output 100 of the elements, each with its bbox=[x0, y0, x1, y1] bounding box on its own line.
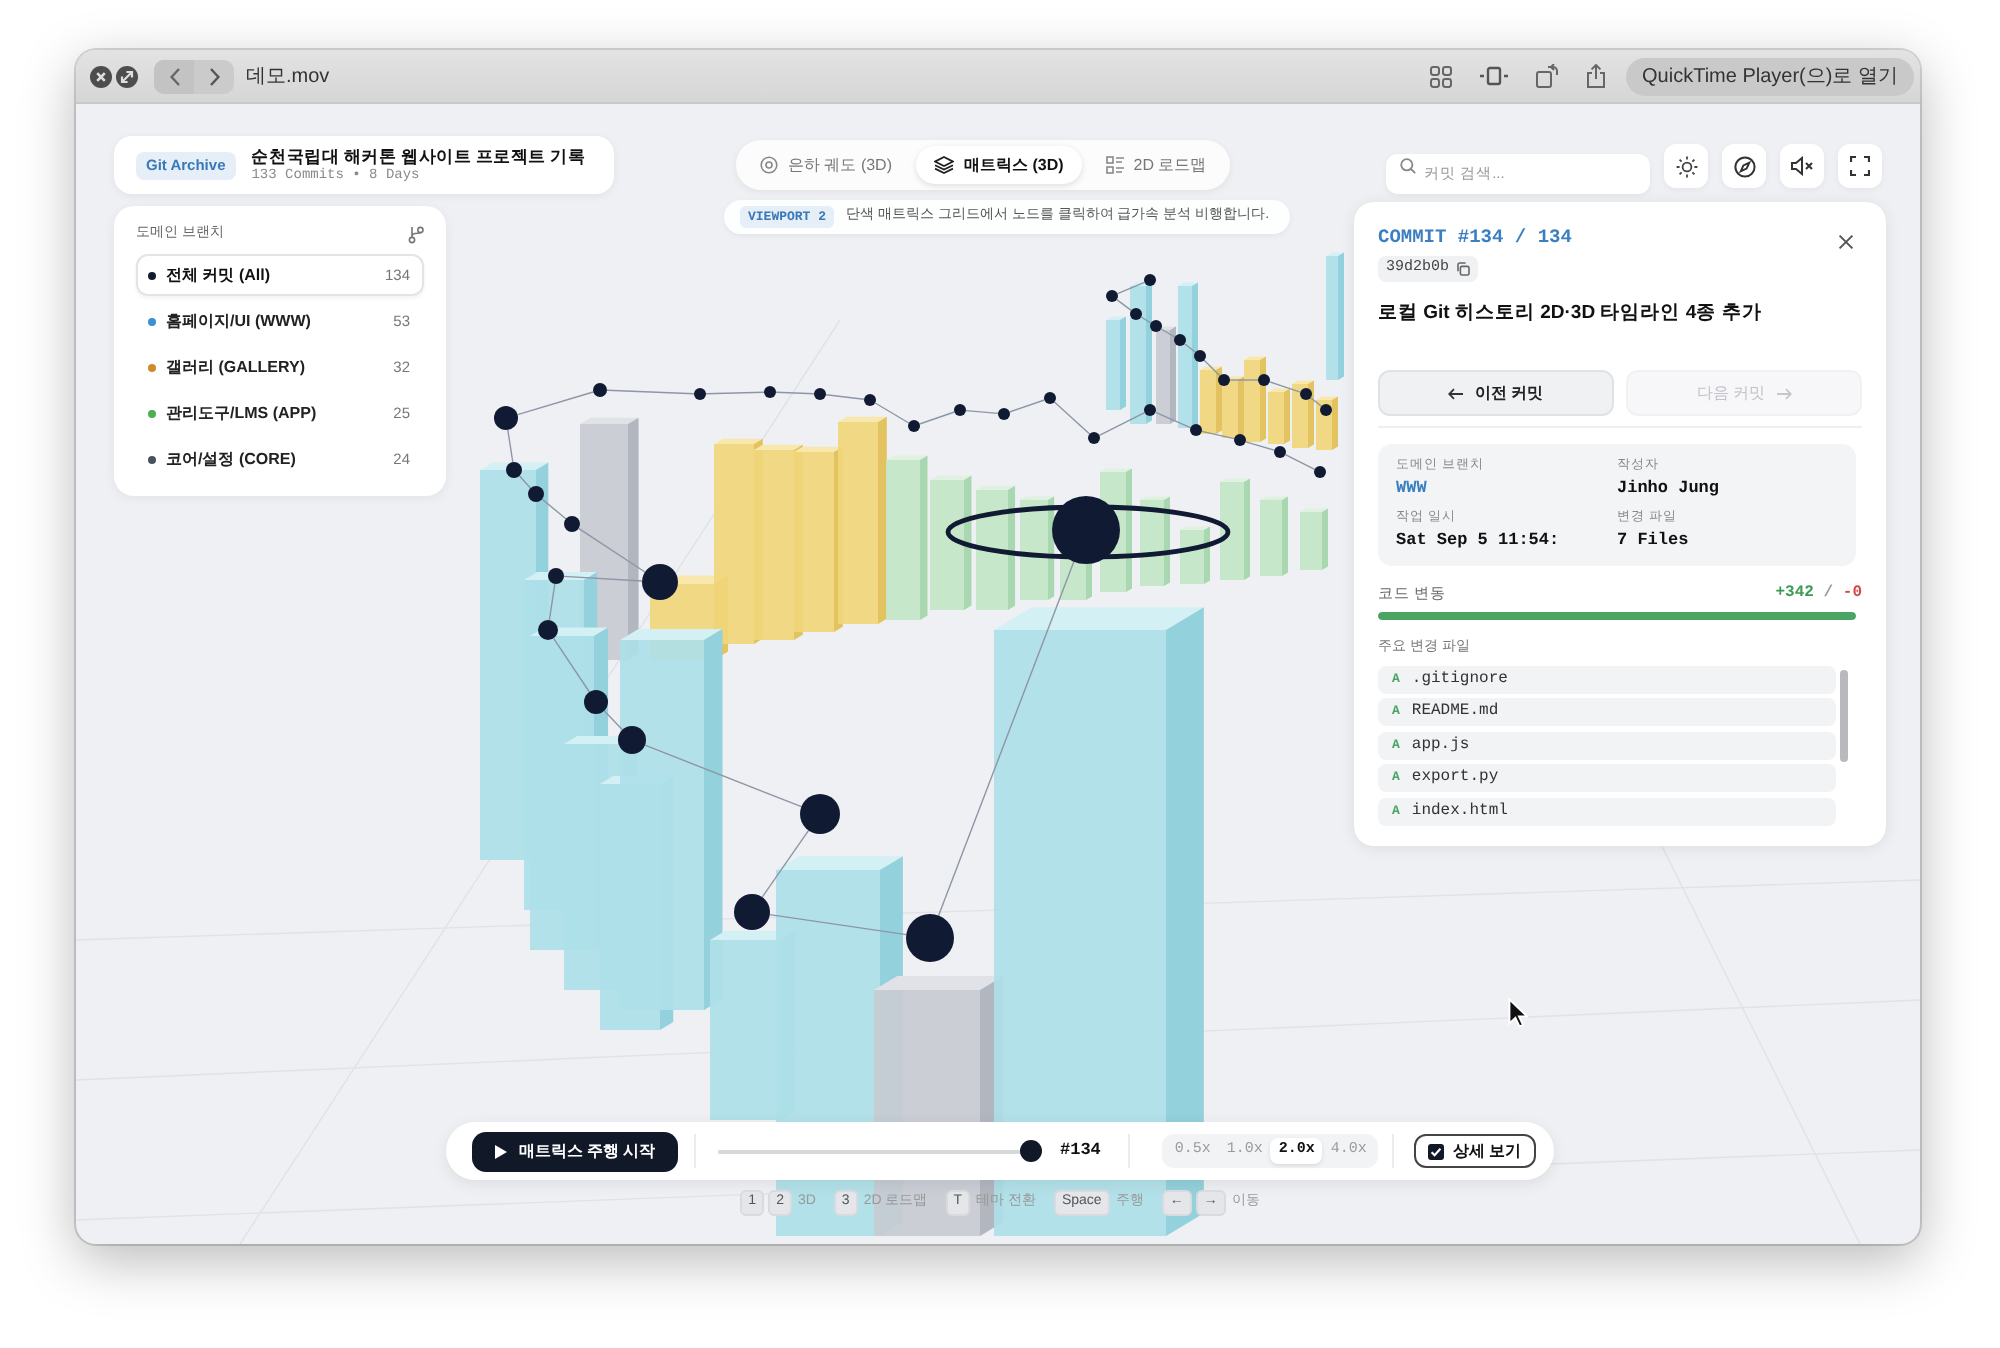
orbit-icon bbox=[760, 156, 778, 174]
commit-node[interactable] bbox=[814, 388, 826, 400]
commit-node[interactable] bbox=[506, 462, 522, 478]
commit-position: #134 bbox=[1060, 1138, 1101, 1164]
branch-label: 코어/설정 (CORE) bbox=[166, 447, 296, 471]
matrix-bar bbox=[930, 475, 972, 610]
commit-node[interactable] bbox=[1194, 350, 1206, 362]
view-tab[interactable]: 매트릭스 (3D) bbox=[916, 146, 1082, 184]
commit-node[interactable] bbox=[1150, 320, 1162, 332]
file-name: .gitignore bbox=[1411, 667, 1508, 691]
commit-node[interactable] bbox=[1258, 374, 1270, 386]
commit-node[interactable] bbox=[694, 388, 706, 400]
commit-node[interactable] bbox=[618, 726, 646, 754]
branch-icon[interactable] bbox=[408, 225, 424, 243]
link-line bbox=[606, 389, 695, 395]
commit-node[interactable] bbox=[1144, 274, 1156, 286]
link-line bbox=[1201, 430, 1235, 440]
matrix-bar bbox=[1106, 316, 1126, 410]
commit-node[interactable] bbox=[494, 406, 518, 430]
commit-node[interactable] bbox=[908, 420, 920, 432]
code-change-count: +342 / -0 bbox=[1775, 582, 1862, 606]
matrix-bar bbox=[1220, 478, 1250, 580]
fullscreen-icon[interactable] bbox=[116, 65, 138, 87]
commit-node[interactable] bbox=[593, 383, 607, 397]
commit-node[interactable] bbox=[1190, 424, 1202, 436]
previous-commit-button[interactable]: 이전 커밋 bbox=[1378, 370, 1614, 416]
link-line bbox=[965, 409, 999, 415]
link-line bbox=[769, 913, 907, 936]
link-line bbox=[1140, 316, 1152, 324]
chevron-right-icon bbox=[209, 67, 219, 85]
field-value: Sat Sep 5 11:54: bbox=[1396, 530, 1562, 552]
mute-button[interactable] bbox=[1780, 144, 1824, 188]
arrow-right-icon bbox=[1775, 387, 1792, 399]
matrix-bar bbox=[1300, 508, 1328, 570]
commit-node[interactable] bbox=[954, 404, 966, 416]
commit-node[interactable] bbox=[998, 408, 1010, 420]
grid-icon[interactable] bbox=[1430, 65, 1453, 87]
commit-node[interactable] bbox=[1320, 404, 1332, 416]
commit-node[interactable] bbox=[1052, 496, 1120, 564]
trim-icon[interactable] bbox=[1480, 66, 1509, 86]
detail-view-toggle[interactable]: 상세 보기 bbox=[1414, 1134, 1536, 1168]
commit-node[interactable] bbox=[864, 394, 876, 406]
sun-icon bbox=[1675, 155, 1697, 177]
timeline-thumb[interactable] bbox=[1020, 1140, 1042, 1162]
link-line bbox=[705, 391, 765, 395]
commit-node[interactable] bbox=[528, 486, 544, 502]
commit-node[interactable] bbox=[564, 516, 580, 532]
commit-node[interactable] bbox=[1300, 388, 1312, 400]
link-line bbox=[1116, 298, 1132, 312]
commit-title: 로컬 Git 히스토리 2D·3D 타임라인 4종 추가 bbox=[1378, 300, 1764, 326]
link-line bbox=[761, 829, 810, 898]
view-tab[interactable]: 은하 궤도 (3D) bbox=[742, 146, 910, 184]
commit-node[interactable] bbox=[1130, 308, 1142, 320]
commit-node[interactable] bbox=[642, 564, 678, 600]
link-line bbox=[1160, 328, 1176, 338]
back-button[interactable] bbox=[154, 59, 194, 93]
checkbox[interactable] bbox=[1428, 1143, 1445, 1159]
field-value: WWW bbox=[1396, 478, 1429, 500]
commit-node[interactable] bbox=[764, 386, 776, 398]
commit-node[interactable] bbox=[1044, 392, 1056, 404]
commit-node[interactable] bbox=[1144, 404, 1156, 416]
share-icon[interactable] bbox=[1586, 64, 1607, 88]
file-name: index.html bbox=[1411, 799, 1508, 823]
compass-button[interactable] bbox=[1722, 144, 1766, 188]
rotate-icon[interactable] bbox=[1536, 64, 1559, 88]
commit-node[interactable] bbox=[1234, 434, 1246, 446]
matrix-bar bbox=[1130, 282, 1152, 424]
window-title: 데모.mov bbox=[246, 63, 330, 91]
link-line bbox=[1098, 411, 1146, 437]
commit-node[interactable] bbox=[584, 690, 608, 714]
close-icon[interactable] bbox=[90, 65, 112, 87]
commit-node[interactable] bbox=[1274, 446, 1286, 458]
commit-node[interactable] bbox=[1218, 374, 1230, 386]
theme-button[interactable] bbox=[1664, 144, 1708, 188]
link-line bbox=[1245, 441, 1275, 451]
mouse-cursor-icon bbox=[1508, 998, 1528, 1028]
matrix-bar bbox=[1260, 496, 1288, 576]
branch-label: 전체 커밋 (All) bbox=[166, 263, 270, 287]
commit-node[interactable] bbox=[548, 568, 564, 584]
search-icon bbox=[1400, 158, 1416, 174]
scrollbar-thumb[interactable] bbox=[1840, 669, 1848, 761]
compass-icon bbox=[1733, 155, 1755, 177]
commit-node[interactable] bbox=[1088, 432, 1100, 444]
branch-label: 갤러리 (GALLERY) bbox=[166, 355, 305, 379]
fullscreen-button[interactable] bbox=[1838, 144, 1882, 188]
commit-node[interactable] bbox=[538, 620, 558, 640]
commit-node[interactable] bbox=[1314, 466, 1326, 478]
link-line bbox=[825, 394, 865, 400]
commit-node[interactable] bbox=[734, 894, 770, 930]
view-tab[interactable]: 2D 로드맵 bbox=[1087, 146, 1225, 184]
open-in-quicktime-button[interactable]: QuickTime Player(으)로 열기 bbox=[1626, 57, 1914, 95]
commit-node[interactable] bbox=[800, 794, 840, 834]
link-line bbox=[1116, 281, 1146, 295]
commit-node[interactable] bbox=[1174, 334, 1186, 346]
link-line bbox=[775, 391, 815, 395]
commit-node[interactable] bbox=[1106, 290, 1118, 302]
link-line bbox=[548, 583, 556, 621]
matrix-bar bbox=[1292, 380, 1314, 448]
commit-node[interactable] bbox=[906, 914, 954, 962]
play-button[interactable]: 매트릭스 주행 시작 bbox=[472, 1131, 678, 1171]
